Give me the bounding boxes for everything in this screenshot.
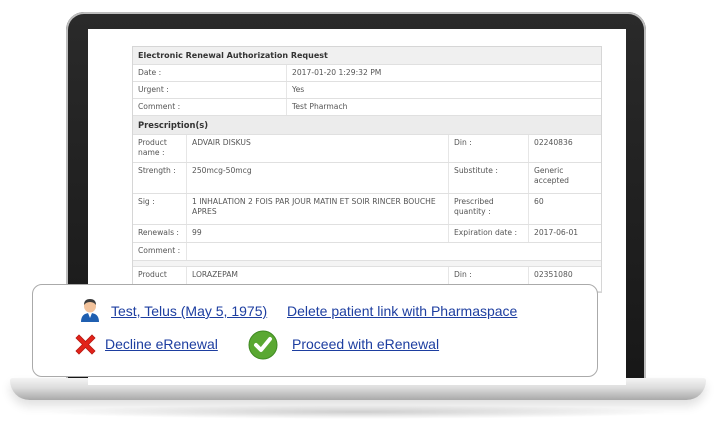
- rx-sig-row: Sig : 1 INHALATION 2 FOIS PAR JOUR MATIN…: [133, 194, 601, 225]
- comment-value: Test Pharmach: [292, 102, 348, 111]
- din-value: 02240836: [534, 138, 573, 147]
- laptop-shadow: [40, 405, 676, 419]
- rx-comment-value: [187, 243, 601, 260]
- prescribed-quantity-label: Prescribed quantity :: [449, 194, 529, 224]
- urgent-value: Yes: [292, 85, 305, 94]
- product-value: ADVAIR DISKUS: [187, 135, 449, 162]
- date-value: 2017-01-20 1:29:32 PM: [292, 68, 382, 77]
- proceed-erenewal-link[interactable]: Proceed with eRenewal: [292, 336, 439, 352]
- strength-label: Strength :: [133, 163, 187, 193]
- rx-product-row: Product name : ADVAIR DISKUS Din : 02240…: [133, 135, 601, 163]
- rx-comment-row: Comment :: [133, 243, 601, 261]
- urgent-label: Urgent :: [133, 82, 287, 98]
- prescriptions-section-header: Prescription(s): [133, 116, 601, 135]
- comment-row: Comment : Test Pharmach: [133, 99, 601, 116]
- user-icon: [81, 299, 99, 322]
- expiration-date-label: Expiration date :: [449, 225, 529, 242]
- red-x-icon[interactable]: [73, 332, 98, 357]
- rx-comment-label: Comment :: [133, 243, 187, 260]
- renewals-value: 99: [187, 225, 449, 242]
- renewals-label: Renewals :: [133, 225, 187, 242]
- erenewal-action-panel: Test, Telus (May 5, 1975) Delete patient…: [32, 284, 598, 377]
- date-row: Date : 2017-01-20 1:29:32 PM: [133, 65, 601, 82]
- form-header: Electronic Renewal Authorization Request: [133, 47, 601, 65]
- sig-value: 1 INHALATION 2 FOIS PAR JOUR MATIN ET SO…: [187, 194, 449, 224]
- delete-patient-link[interactable]: Delete patient link with Pharmaspace: [287, 303, 517, 319]
- strength-value: 250mcg-50mcg: [187, 163, 449, 193]
- product-label: Product name :: [133, 135, 187, 162]
- sig-label: Sig :: [133, 194, 187, 224]
- patient-link[interactable]: Test, Telus (May 5, 1975): [111, 303, 267, 319]
- green-check-icon[interactable]: [248, 330, 278, 360]
- din-label: Din :: [449, 135, 529, 162]
- renewal-request-form: Electronic Renewal Authorization Request…: [132, 46, 602, 293]
- urgent-row: Urgent : Yes: [133, 82, 601, 99]
- date-label: Date :: [133, 65, 287, 81]
- rx-strength-row: Strength : 250mcg-50mcg Substitute : Gen…: [133, 163, 601, 194]
- substitute-label: Substitute :: [449, 163, 529, 193]
- expiration-date-value: 2017-06-01: [534, 228, 579, 237]
- form-title: Electronic Renewal Authorization Request: [138, 51, 328, 60]
- prescribed-quantity-value: 60: [534, 197, 544, 206]
- comment-label: Comment :: [133, 99, 287, 115]
- decline-erenewal-link[interactable]: Decline eRenewal: [105, 336, 218, 352]
- rx-renewals-row: Renewals : 99 Expiration date : 2017-06-…: [133, 225, 601, 243]
- substitute-value: Generic accepted: [534, 166, 569, 185]
- prescriptions-title: Prescription(s): [138, 120, 209, 130]
